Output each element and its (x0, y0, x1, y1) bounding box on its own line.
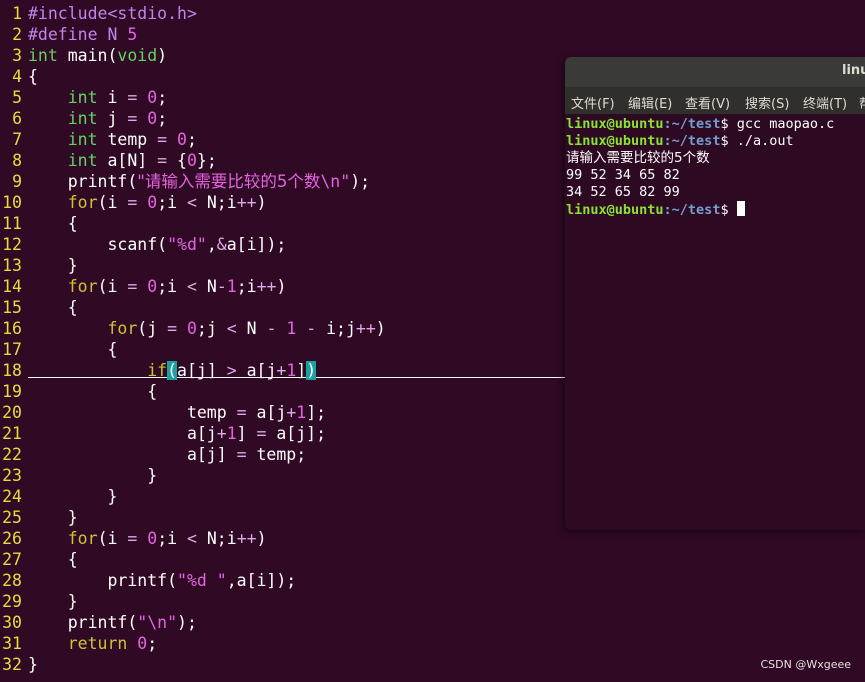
terminal-cursor (736, 201, 745, 216)
line-number: 31 (2, 634, 22, 653)
terminal-title: linu (842, 63, 865, 78)
line-number: 7 (12, 130, 22, 149)
prompt-path: :~/test (663, 116, 721, 132)
terminal-output-line: 34 52 65 82 99 (566, 184, 680, 200)
line-number: 20 (2, 403, 22, 422)
code-line: 1 #include<stdio.h> (0, 3, 865, 24)
terminal-titlebar[interactable]: linu (565, 57, 865, 87)
code-line: 30 printf("\n"); (0, 612, 865, 633)
command: ./a.out (736, 133, 794, 149)
code-line: 29 } (0, 591, 865, 612)
line-number: 17 (2, 340, 22, 359)
line-number: 9 (12, 172, 22, 191)
watermark: CSDN @Wxgeee (760, 658, 851, 671)
line-number: 21 (2, 424, 22, 443)
menu-view[interactable]: 查看(V) (685, 93, 730, 112)
bracket-match-open: ( (167, 361, 178, 380)
code-line: 31 return 0; (0, 633, 865, 654)
line-number: 14 (2, 277, 22, 296)
line-number: 1 (12, 4, 22, 23)
code-line: 32} (0, 654, 865, 675)
terminal-line: linux@ubuntu:~/test$ gcc maopao.c (566, 116, 835, 132)
line-number: 3 (12, 46, 22, 65)
code-line: 27 { (0, 549, 865, 570)
menu-edit[interactable]: 编辑(E) (628, 93, 672, 112)
line-number: 10 (2, 193, 22, 212)
line-number: 22 (2, 445, 22, 464)
bracket-match-close: ) (306, 361, 317, 380)
terminal-output[interactable]: linux@ubuntu:~/test$ gcc maopao.c linux@… (565, 114, 865, 218)
terminal-line: linux@ubuntu:~/test$ (566, 201, 865, 218)
line-number: 12 (2, 235, 22, 254)
line-number: 29 (2, 592, 22, 611)
line-number: 30 (2, 613, 22, 632)
line-number: 13 (2, 256, 22, 275)
menu-file[interactable]: 文件(F) (571, 93, 615, 112)
line-number: 27 (2, 550, 22, 569)
terminal-line: linux@ubuntu:~/test$ ./a.out (566, 133, 794, 149)
line-number: 23 (2, 466, 22, 485)
prompt-path: :~/test (663, 202, 721, 218)
terminal-window[interactable]: linu 文件(F) 编辑(E) 查看(V) 搜索(S) 终端(T) 帮 lin… (565, 57, 865, 530)
prompt-user: linux@ubuntu (566, 202, 664, 218)
code-line: 2 #define N 5 (0, 24, 865, 45)
line-number: 2 (12, 25, 22, 44)
prompt-path: :~/test (663, 133, 721, 149)
line-number: 32 (2, 655, 22, 674)
line-number: 18 (2, 361, 22, 380)
menu-terminal[interactable]: 终端(T) (803, 93, 847, 112)
line-number: 24 (2, 487, 22, 506)
line-number: 25 (2, 508, 22, 527)
terminal-menubar: 文件(F) 编辑(E) 查看(V) 搜索(S) 终端(T) 帮 (565, 87, 865, 114)
menu-help[interactable]: 帮 (859, 93, 865, 112)
line-number: 6 (12, 109, 22, 128)
line-number: 8 (12, 151, 22, 170)
terminal-output-line: 99 52 34 65 82 (566, 167, 680, 183)
line-number: 5 (12, 88, 22, 107)
command: gcc maopao.c (736, 116, 835, 132)
terminal-output-line: 请输入需要比较的5个数 (566, 150, 710, 166)
line-number: 4 (12, 67, 22, 86)
line-number: 15 (2, 298, 22, 317)
code-line: 28 printf("%d ",a[i]); (0, 570, 865, 591)
prompt-user: linux@ubuntu (566, 116, 664, 132)
line-number: 28 (2, 571, 22, 590)
line-number: 19 (2, 382, 22, 401)
prompt-user: linux@ubuntu (566, 133, 664, 149)
menu-search[interactable]: 搜索(S) (745, 93, 789, 112)
line-number: 11 (2, 214, 22, 233)
line-number: 26 (2, 529, 22, 548)
code-line: 26 for(i = 0;i < N;i++) (0, 528, 865, 549)
line-number: 16 (2, 319, 22, 338)
